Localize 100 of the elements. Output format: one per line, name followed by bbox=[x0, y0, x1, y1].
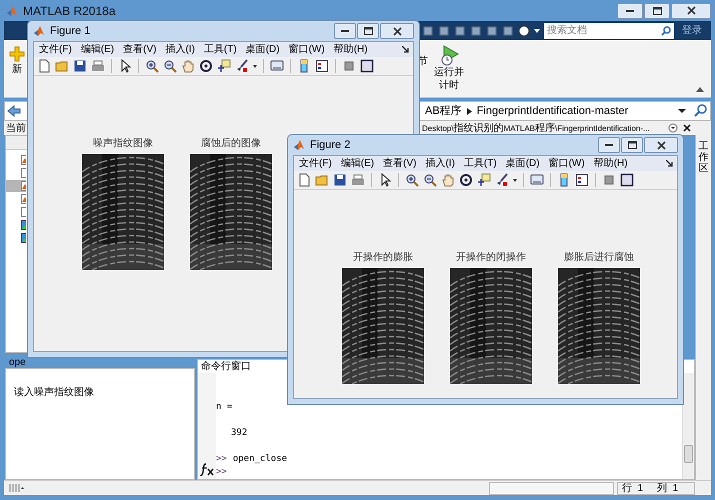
window-title: Figure 2 bbox=[310, 138, 350, 153]
print-icon[interactable] bbox=[351, 173, 365, 187]
search-icon[interactable] bbox=[694, 104, 708, 118]
data-cursor-icon[interactable] bbox=[217, 59, 231, 73]
back-arrow-icon[interactable] bbox=[7, 105, 21, 117]
menu-item[interactable]: 工具(T) bbox=[464, 156, 497, 171]
cursor-row-text: 行 1 bbox=[622, 482, 644, 496]
folder-path: Desktop\指纹识别的MATLAB程序\FingerprintIdentification-... bbox=[422, 122, 650, 135]
search-field[interactable]: 搜索文档 bbox=[544, 22, 674, 38]
maximize-button[interactable] bbox=[357, 23, 379, 39]
output-line: n = bbox=[216, 402, 232, 412]
legend-icon[interactable] bbox=[315, 59, 329, 73]
menu-item[interactable]: 桌面(D) bbox=[246, 42, 280, 57]
hand-icon[interactable] bbox=[181, 59, 195, 73]
window-title: Figure 1 bbox=[50, 24, 90, 39]
close-button[interactable] bbox=[644, 137, 678, 153]
square-icon[interactable] bbox=[342, 59, 356, 73]
save-icon[interactable] bbox=[333, 173, 347, 187]
dock-arrow-icon[interactable] bbox=[402, 46, 409, 53]
maximize-icon bbox=[628, 141, 636, 149]
menu-item[interactable]: 窗口(W) bbox=[548, 156, 585, 171]
menu-item[interactable]: 编辑(E) bbox=[340, 156, 374, 171]
new-file-icon[interactable] bbox=[297, 173, 311, 187]
open-folder-icon[interactable] bbox=[315, 173, 329, 187]
square-icon[interactable] bbox=[602, 173, 616, 187]
close-button[interactable] bbox=[380, 23, 414, 39]
menu-item[interactable]: 工具(T) bbox=[204, 42, 237, 57]
matlab-logo-icon bbox=[293, 139, 305, 151]
prompt: >> bbox=[216, 453, 227, 466]
menu-item[interactable]: 文件(F) bbox=[39, 42, 72, 57]
menu-item[interactable]: 文件(F) bbox=[299, 156, 332, 171]
workspace-tab[interactable]: 工作区 bbox=[698, 141, 708, 174]
menu-item[interactable]: 查看(V) bbox=[383, 156, 416, 171]
hand-icon[interactable] bbox=[441, 173, 455, 187]
minimize-button[interactable] bbox=[617, 2, 643, 18]
zoom-out-icon[interactable] bbox=[163, 59, 177, 73]
maximize-button[interactable] bbox=[644, 2, 670, 18]
details-header: ope bbox=[9, 356, 26, 370]
matlab-logo-icon bbox=[33, 25, 45, 37]
dropdown-icon[interactable] bbox=[668, 123, 678, 133]
data-cursor-icon[interactable] bbox=[477, 173, 491, 187]
menu-item[interactable]: 查看(V) bbox=[123, 42, 156, 57]
output-value: 392 bbox=[231, 428, 248, 438]
collapse-icon[interactable] bbox=[695, 85, 705, 93]
menu-item[interactable]: 插入(I) bbox=[165, 42, 195, 57]
address-crumb[interactable]: FingerprintIdentification-master bbox=[476, 102, 628, 120]
legend-icon[interactable] bbox=[575, 173, 589, 187]
zoom-out-icon[interactable] bbox=[423, 173, 437, 187]
maximize-icon bbox=[364, 27, 372, 35]
panel-title: 命令行窗口 bbox=[201, 360, 251, 374]
grip-icon[interactable] bbox=[8, 483, 24, 493]
run-and-time-button[interactable]: 运行并计时 bbox=[430, 44, 468, 92]
brush-icon[interactable] bbox=[235, 59, 249, 73]
panel-icon[interactable] bbox=[360, 59, 374, 73]
open-folder-icon[interactable] bbox=[55, 59, 69, 73]
details-text: 读入噪声指纹图像 bbox=[14, 387, 94, 398]
window-title: MATLAB R2018a bbox=[23, 2, 116, 20]
scrollbar-thumb[interactable] bbox=[684, 445, 693, 463]
panel-icon[interactable] bbox=[620, 173, 634, 187]
menu-item[interactable]: 帮助(H) bbox=[334, 42, 368, 57]
search-icon bbox=[661, 26, 671, 36]
caret-icon[interactable] bbox=[534, 28, 540, 32]
minimize-icon bbox=[605, 143, 613, 147]
zoom-in-icon[interactable] bbox=[145, 59, 159, 73]
minimize-button[interactable] bbox=[334, 23, 356, 39]
new-file-icon[interactable] bbox=[37, 59, 51, 73]
menu-item[interactable]: 编辑(E) bbox=[80, 42, 114, 57]
address-crumb[interactable]: AB程序 bbox=[425, 102, 462, 120]
zoom-in-icon[interactable] bbox=[405, 173, 419, 187]
caret-icon[interactable] bbox=[513, 178, 517, 182]
close-icon bbox=[392, 26, 402, 36]
cursor-column: 列 1 bbox=[657, 480, 678, 496]
save-icon[interactable] bbox=[73, 59, 87, 73]
caret-icon[interactable] bbox=[253, 64, 257, 68]
menu-item[interactable]: 插入(I) bbox=[425, 156, 455, 171]
plot-title: 噪声指纹图像 bbox=[93, 138, 153, 150]
plot-title: 腐蚀后的图像 bbox=[201, 138, 261, 150]
new-button[interactable]: 新 bbox=[8, 46, 26, 76]
plot-title: 膨胀后进行腐蚀 bbox=[564, 252, 634, 264]
close-icon bbox=[686, 6, 696, 15]
menu-item[interactable]: 桌面(D) bbox=[506, 156, 540, 171]
matlab-logo-icon bbox=[6, 4, 18, 16]
close-icon[interactable] bbox=[683, 124, 691, 132]
maximize-icon bbox=[652, 6, 662, 14]
print-icon[interactable] bbox=[91, 59, 105, 73]
plot-title: 开操作的膨胀 bbox=[353, 252, 413, 264]
menu-item[interactable]: 窗口(W) bbox=[288, 42, 325, 57]
plus-icon bbox=[9, 46, 25, 62]
chevron-icon bbox=[466, 108, 472, 114]
dock-arrow-icon[interactable] bbox=[666, 160, 673, 167]
login-link[interactable]: 登录 bbox=[682, 23, 702, 38]
fx-icon[interactable] bbox=[200, 463, 214, 477]
close-icon bbox=[656, 140, 666, 150]
minimize-button[interactable] bbox=[598, 137, 620, 153]
close-button[interactable] bbox=[671, 2, 711, 18]
brush-icon[interactable] bbox=[495, 173, 509, 187]
menu-item[interactable]: 帮助(H) bbox=[594, 156, 628, 171]
maximize-button[interactable] bbox=[621, 137, 643, 153]
panel-title: 当前 bbox=[6, 122, 26, 136]
caret-icon[interactable] bbox=[678, 108, 686, 114]
